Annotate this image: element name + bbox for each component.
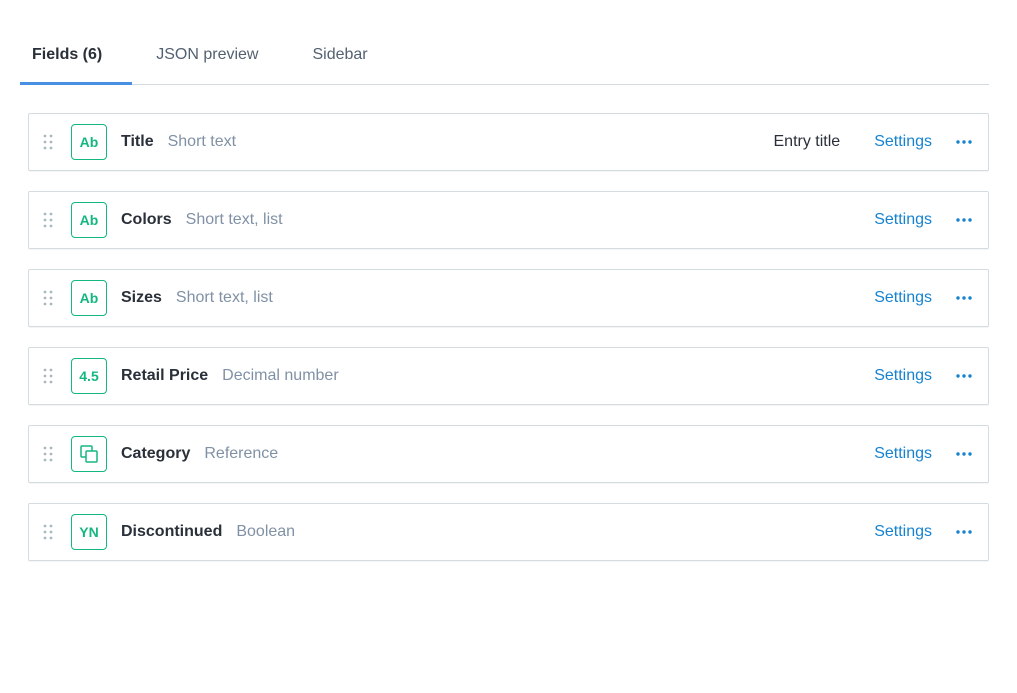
field-name: Colors — [121, 211, 172, 229]
settings-link[interactable]: Settings — [874, 211, 932, 229]
field-type-label: Decimal number — [222, 367, 338, 385]
settings-link[interactable]: Settings — [874, 445, 932, 463]
drag-handle-icon[interactable] — [43, 134, 59, 150]
field-type-icon: Ab — [71, 280, 107, 316]
field-list: Ab Title Short text Entry title Settings… — [28, 113, 989, 561]
field-row[interactable]: 4.5 Retail Price Decimal number Settings — [28, 347, 989, 405]
field-type-label: Reference — [204, 445, 278, 463]
settings-link[interactable]: Settings — [874, 133, 932, 151]
field-row[interactable]: Ab Colors Short text, list Settings — [28, 191, 989, 249]
field-name: Retail Price — [121, 367, 208, 385]
field-type-icon — [71, 436, 107, 472]
tab-fields[interactable]: Fields (6) — [28, 28, 124, 84]
field-name: Title — [121, 133, 154, 151]
more-actions-icon[interactable] — [954, 522, 974, 542]
settings-link[interactable]: Settings — [874, 523, 932, 541]
more-actions-icon[interactable] — [954, 366, 974, 386]
drag-handle-icon[interactable] — [43, 368, 59, 384]
tab-json-preview[interactable]: JSON preview — [152, 28, 280, 84]
field-name: Discontinued — [121, 523, 222, 541]
field-type-icon: Ab — [71, 124, 107, 160]
field-row[interactable]: YN Discontinued Boolean Settings — [28, 503, 989, 561]
field-type-icon: 4.5 — [71, 358, 107, 394]
settings-link[interactable]: Settings — [874, 289, 932, 307]
more-actions-icon[interactable] — [954, 288, 974, 308]
tabs-bar: Fields (6) JSON preview Sidebar — [28, 28, 989, 85]
drag-handle-icon[interactable] — [43, 212, 59, 228]
field-type-icon: Ab — [71, 202, 107, 238]
field-type-label: Boolean — [236, 523, 295, 541]
tab-sidebar[interactable]: Sidebar — [308, 28, 389, 84]
more-actions-icon[interactable] — [954, 210, 974, 230]
field-type-label: Short text — [168, 133, 236, 151]
field-name: Category — [121, 445, 190, 463]
more-actions-icon[interactable] — [954, 444, 974, 464]
field-type-icon: YN — [71, 514, 107, 550]
drag-handle-icon[interactable] — [43, 524, 59, 540]
field-type-label: Short text, list — [186, 211, 283, 229]
field-row[interactable]: Category Reference Settings — [28, 425, 989, 483]
entry-title-badge: Entry title — [774, 133, 841, 151]
field-row[interactable]: Ab Title Short text Entry title Settings — [28, 113, 989, 171]
field-name: Sizes — [121, 289, 162, 307]
settings-link[interactable]: Settings — [874, 367, 932, 385]
drag-handle-icon[interactable] — [43, 446, 59, 462]
field-row[interactable]: Ab Sizes Short text, list Settings — [28, 269, 989, 327]
field-type-label: Short text, list — [176, 289, 273, 307]
drag-handle-icon[interactable] — [43, 290, 59, 306]
more-actions-icon[interactable] — [954, 132, 974, 152]
